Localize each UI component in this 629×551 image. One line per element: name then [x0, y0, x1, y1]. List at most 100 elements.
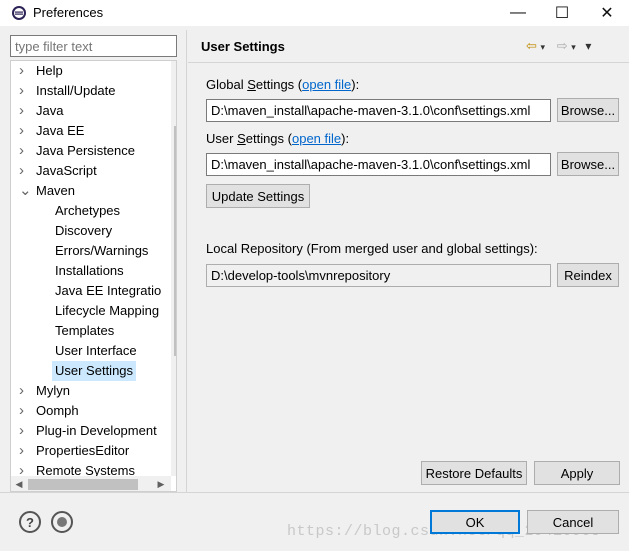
tree-item-templates[interactable]: Templates: [11, 321, 169, 341]
scroll-down-icon[interactable]: ▼: [171, 458, 176, 474]
maximize-button[interactable]: ☐: [540, 0, 584, 26]
scroll-right-icon[interactable]: ▶: [153, 476, 169, 491]
tree-item-label: Templates: [55, 323, 115, 338]
user-settings-label-text-2: ettings (: [245, 131, 292, 146]
scroll-left-icon[interactable]: ◀: [11, 476, 27, 491]
global-browse-button[interactable]: Browse...: [557, 98, 619, 122]
tree-item-errors-warnings[interactable]: Errors/Warnings: [11, 241, 169, 261]
tree-item-label: Plug-in Development: [36, 423, 157, 438]
expand-chevron-icon[interactable]: ›: [19, 61, 29, 81]
tree-item-oomph[interactable]: › Oomph: [11, 401, 169, 421]
scroll-up-icon[interactable]: ▲: [171, 61, 176, 77]
user-settings-mnemonic: S: [237, 131, 246, 146]
tree-item-javascript[interactable]: › JavaScript: [11, 161, 169, 181]
tree-item-plug-in-development[interactable]: › Plug-in Development: [11, 421, 169, 441]
tree-item-mylyn[interactable]: › Mylyn: [11, 381, 169, 401]
tree-item-label: Installations: [55, 263, 124, 278]
footer-divider: [0, 492, 629, 493]
minimize-button[interactable]: —: [496, 0, 540, 26]
cancel-button[interactable]: Cancel: [527, 510, 619, 534]
eclipse-app-icon: [12, 6, 26, 20]
tree-item-label: Install/Update: [36, 83, 116, 98]
tree-item-label: Java EE Integratio: [55, 283, 162, 298]
expand-chevron-icon[interactable]: ›: [19, 101, 29, 121]
expand-chevron-icon[interactable]: ›: [19, 161, 29, 181]
ok-button[interactable]: OK: [430, 510, 520, 534]
tree-item-label: Errors/Warnings: [55, 243, 149, 258]
tree-item-label: Java EE: [36, 123, 85, 138]
tree-item-label: User Settings: [52, 361, 137, 381]
tree-item-label: Discovery: [55, 223, 113, 238]
local-repository-field: D:\develop-tools\mvnrepository: [206, 264, 551, 287]
tree-item-java-ee[interactable]: › Java EE: [11, 121, 169, 141]
user-open-file-link[interactable]: open file: [292, 131, 341, 146]
apply-button[interactable]: Apply: [534, 461, 620, 485]
tree-item-java-persistence[interactable]: › Java Persistence: [11, 141, 169, 161]
tree-item-label: Oomph: [36, 403, 79, 418]
collapse-chevron-icon[interactable]: ⌄: [19, 181, 32, 201]
tree-item-label: Maven: [36, 183, 76, 198]
user-settings-label-text: User: [206, 131, 238, 146]
tree-item-label: Mylyn: [36, 383, 70, 398]
back-menu-chevron-icon[interactable]: ▾: [541, 42, 546, 52]
tree-item-user-interface[interactable]: User Interface: [11, 341, 169, 361]
tree-item-help[interactable]: › Help: [11, 61, 169, 81]
expand-chevron-icon[interactable]: ›: [19, 141, 29, 161]
preference-tree: › Help › Install/Update › Java › Java EE › Java P…: [10, 60, 177, 492]
record-dot-icon: [57, 517, 67, 527]
user-browse-button[interactable]: Browse...: [557, 152, 619, 176]
user-settings-field[interactable]: D:\maven_install\apache-maven-3.1.0\conf…: [206, 153, 551, 176]
local-repository-label: Local Repository (From merged user and g…: [206, 241, 538, 256]
tree-vertical-scroll-thumb[interactable]: [174, 126, 176, 356]
restore-defaults-button[interactable]: Restore Defaults: [421, 461, 527, 485]
user-settings-label: User Settings (open file):: [206, 131, 349, 146]
tree-horizontal-scroll-thumb[interactable]: [28, 479, 138, 490]
global-settings-label-text-2: ettings (: [255, 77, 303, 92]
forward-icon[interactable]: ⇨: [557, 38, 568, 53]
global-settings-label-end: ):: [351, 77, 360, 92]
import-export-icon[interactable]: [51, 511, 73, 533]
tree-item-label: Lifecycle Mapping: [55, 303, 160, 318]
tree-item-propertieseditor[interactable]: › PropertiesEditor: [11, 441, 169, 461]
tree-item-install-update[interactable]: › Install/Update: [11, 81, 169, 101]
update-settings-button[interactable]: Update Settings: [206, 184, 310, 208]
expand-chevron-icon[interactable]: ›: [19, 81, 29, 101]
back-icon[interactable]: ⇦: [526, 38, 537, 53]
tree-item-installations[interactable]: Installations: [11, 261, 169, 281]
expand-chevron-icon[interactable]: ›: [19, 401, 29, 421]
page-title: User Settings: [201, 39, 285, 54]
navigation-toolbar: ⇦ ▾ ⇨ ▾ ▾: [526, 38, 591, 54]
user-settings-label-end: ):: [341, 131, 350, 146]
tree-item-user-settings[interactable]: User Settings: [11, 361, 169, 381]
help-icon[interactable]: ?: [19, 511, 41, 533]
filter-input[interactable]: [10, 35, 177, 57]
tree-item-maven[interactable]: ⌄ Maven: [11, 181, 169, 201]
tree-item-archetypes[interactable]: Archetypes: [11, 201, 169, 221]
title-bar: Preferences — ☐ ✕: [0, 0, 629, 26]
tree-item-discovery[interactable]: Discovery: [11, 221, 169, 241]
tree-item-label: Java Persistence: [36, 143, 135, 158]
close-button[interactable]: ✕: [585, 0, 629, 26]
expand-chevron-icon[interactable]: ›: [19, 121, 29, 141]
tree-item-java-ee-integratio[interactable]: Java EE Integratio: [11, 281, 169, 301]
tree-item-java[interactable]: › Java: [11, 101, 169, 121]
expand-chevron-icon[interactable]: ›: [19, 381, 29, 401]
window-title: Preferences: [33, 5, 104, 20]
expand-chevron-icon[interactable]: ›: [19, 421, 29, 441]
forward-menu-chevron-icon[interactable]: ▾: [571, 42, 576, 52]
tree-item-lifecycle-mapping[interactable]: Lifecycle Mapping: [11, 301, 169, 321]
tree-item-label: Java: [36, 103, 64, 118]
tree-item-label: JavaScript: [36, 163, 97, 178]
tree-item-label: User Interface: [55, 343, 137, 358]
tree-item-label: Archetypes: [55, 203, 121, 218]
tree-item-label: Help: [36, 63, 63, 78]
reindex-button[interactable]: Reindex: [557, 263, 619, 287]
view-menu-icon[interactable]: ▾: [585, 39, 591, 53]
pane-splitter[interactable]: [186, 30, 187, 492]
expand-chevron-icon[interactable]: ›: [19, 441, 29, 461]
global-open-file-link[interactable]: open file: [302, 77, 351, 92]
global-settings-label-text: Global: [206, 77, 248, 92]
global-settings-label: Global Settings (open file):: [206, 77, 359, 92]
global-settings-field[interactable]: D:\maven_install\apache-maven-3.1.0\conf…: [206, 99, 551, 122]
global-settings-mnemonic: S: [247, 77, 256, 92]
